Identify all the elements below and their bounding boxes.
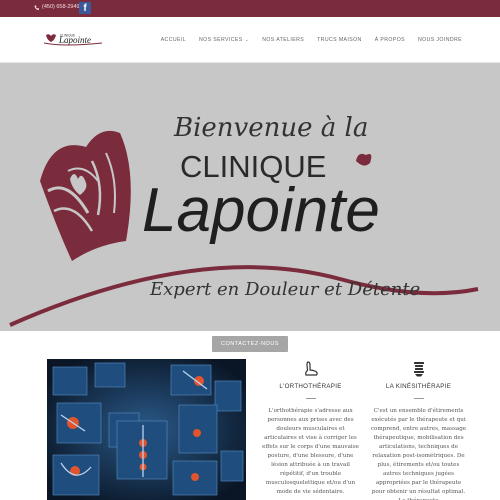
- service-title: L'ORTHOTHÉRAPIE: [279, 383, 342, 390]
- hero-welcome: Bienvenue à la: [173, 113, 368, 143]
- nav-label: NOUS JOINDRE: [418, 37, 462, 43]
- service-kinesitherapie: LA KINÉSITHÉRAPIE C'est un ensemble d'ét…: [366, 356, 471, 500]
- main-nav: ACCUEIL NOS SERVICES ⌄ NOS ATELIERS TRUC…: [161, 37, 462, 43]
- anatomy-collage-art: [47, 359, 246, 500]
- site-header: CLINIQUE Lapointe ACCUEIL NOS SERVICES ⌄…: [0, 17, 500, 63]
- hero-brand-line2: Lapointe: [142, 176, 380, 245]
- spine-icon: [413, 362, 424, 377]
- nav-label: NOS ATELIERS: [262, 37, 305, 43]
- nav-trucs-maison[interactable]: TRUCS MAISON: [317, 37, 362, 43]
- anatomy-collage-image: [47, 359, 246, 500]
- nav-label: NOS SERVICES: [198, 37, 243, 43]
- chevron-down-icon: ⌄: [244, 37, 250, 43]
- service-title: LA KINÉSITHÉRAPIE: [385, 383, 452, 390]
- nav-label: À PROPOS: [374, 37, 405, 43]
- nav-nos-services[interactable]: NOS SERVICES ⌄: [199, 37, 249, 43]
- nav-label: ACCUEIL: [160, 37, 186, 43]
- service-orthotherapie: L'ORTHOTHÉRAPIE L'orthothérapie s'adress…: [258, 356, 363, 497]
- nav-accueil[interactable]: ACCUEIL: [161, 37, 186, 43]
- title-divider: [413, 398, 424, 399]
- facebook-icon[interactable]: f: [79, 2, 91, 14]
- phone-text: (450) 658-2949: [42, 4, 80, 10]
- nav-label: TRUCS MAISON: [317, 37, 362, 43]
- phone-icon: [34, 5, 39, 10]
- foot-icon: [304, 361, 318, 376]
- heart-icon: [356, 153, 372, 166]
- logo-text-main: Lapointe: [58, 35, 91, 45]
- hero-artwork: Bienvenue à la CLINIQUE Lapointe Expert …: [9, 113, 479, 327]
- nav-nous-joindre[interactable]: NOUS JOINDRE: [418, 37, 462, 43]
- hero-tagline: Expert en Douleur et Détente: [149, 279, 420, 300]
- contact-us-button[interactable]: CONTACTEZ-NOUS: [212, 336, 288, 352]
- nav-a-propos[interactable]: À PROPOS: [375, 37, 405, 43]
- title-divider: [305, 398, 316, 399]
- services-section: L'ORTHOTHÉRAPIE L'orthothérapie s'adress…: [0, 356, 500, 500]
- site-logo[interactable]: CLINIQUE Lapointe: [44, 31, 104, 47]
- service-description: L'orthothérapie s'adresse aux personnes …: [262, 408, 359, 495]
- top-bar: (450) 658-2949 f: [0, 0, 500, 17]
- nav-nos-ateliers[interactable]: NOS ATELIERS: [262, 37, 304, 43]
- phone-number[interactable]: (450) 658-2949: [34, 4, 80, 10]
- service-description: C'est un ensemble d'étirements exécutés …: [370, 408, 467, 500]
- hands-heart-logo: [40, 130, 131, 261]
- cta-band: CONTACTEZ-NOUS: [0, 331, 500, 356]
- hero-banner: Bienvenue à la CLINIQUE Lapointe Expert …: [0, 63, 500, 331]
